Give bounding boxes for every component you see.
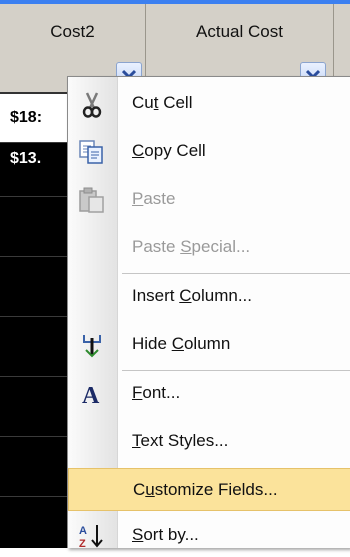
svg-text:A: A bbox=[82, 383, 100, 409]
sort-az-icon: A Z bbox=[77, 521, 107, 551]
menu-item-font[interactable]: A Font... bbox=[68, 372, 350, 415]
hide-column-icon bbox=[77, 330, 107, 360]
scissors-icon bbox=[77, 89, 107, 119]
copy-icon bbox=[77, 137, 107, 167]
cell-value[interactable]: $18: bbox=[10, 109, 42, 127]
paste-icon bbox=[77, 185, 107, 215]
menu-item-label: Cut Cell bbox=[132, 93, 193, 112]
menu-item-label: Customize Fields... bbox=[133, 480, 278, 499]
menu-item-label: Copy Cell bbox=[132, 141, 206, 160]
menu-item-label: Insert Column... bbox=[132, 286, 253, 305]
menu-item-customize-fields[interactable]: Customize Fields... bbox=[68, 468, 350, 511]
menu-item-sort-by[interactable]: A Z Sort by... bbox=[68, 514, 350, 557]
font-icon: A bbox=[77, 379, 107, 409]
menu-item-copy-cell[interactable]: Copy Cell bbox=[68, 130, 350, 173]
menu-item-label: Font... bbox=[132, 383, 181, 402]
menu-item-insert-column[interactable]: Insert Column... bbox=[68, 275, 350, 318]
column-header-label: Cost2 bbox=[50, 22, 95, 41]
menu-item-hide-column[interactable]: Hide Column bbox=[68, 323, 350, 366]
menu-separator bbox=[122, 273, 350, 274]
column-header-label: Actual Cost bbox=[196, 22, 283, 41]
menu-item-paste[interactable]: Paste bbox=[68, 178, 350, 221]
menu-item-label: Paste Special... bbox=[132, 237, 251, 256]
cell-value[interactable]: $13. bbox=[10, 150, 41, 168]
svg-text:A: A bbox=[79, 525, 87, 537]
menu-item-label: Text Styles... bbox=[132, 431, 229, 450]
menu-item-text-styles[interactable]: Text Styles... bbox=[68, 420, 350, 463]
context-menu: Cut Cell Copy Cell Paste Paste Special..… bbox=[67, 76, 350, 550]
menu-item-label: Paste bbox=[132, 189, 176, 208]
menu-item-cut-cell[interactable]: Cut Cell bbox=[68, 82, 350, 125]
svg-text:Z: Z bbox=[79, 538, 86, 550]
menu-item-label: Hide Column bbox=[132, 334, 231, 353]
menu-item-paste-special[interactable]: Paste Special... bbox=[68, 226, 350, 269]
menu-separator bbox=[122, 370, 350, 371]
menu-item-label: Sort by... bbox=[132, 525, 199, 544]
